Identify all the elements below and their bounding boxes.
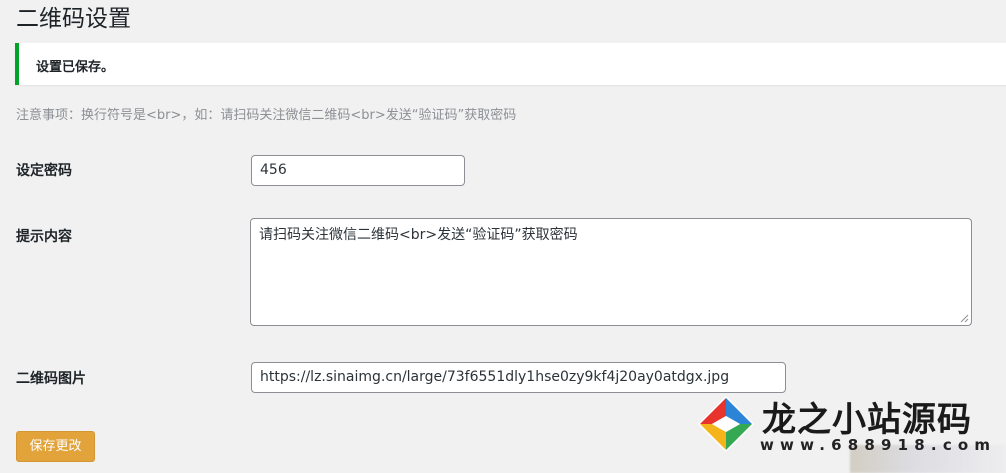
settings-saved-notice: 设置已保存。 — [15, 43, 1006, 85]
save-changes-button[interactable]: 保存更改 — [16, 431, 95, 462]
notice-text: 设置已保存。 — [36, 60, 115, 75]
hint-text: 请扫码关注微信二维码<br>发送“验证码”获取密码 — [259, 227, 578, 243]
usage-note: 注意事项：换行符号是<br>，如：请扫码关注微信二维码<br>发送“验证码”获取… — [16, 108, 517, 123]
watermark: 龙之小站源码 www.688918.com — [690, 390, 1006, 473]
password-label: 设定密码 — [16, 163, 72, 179]
hint-label: 提示内容 — [16, 229, 72, 245]
diamond-logo-icon — [698, 396, 754, 452]
qr-image-label: 二维码图片 — [16, 371, 86, 387]
hint-textarea[interactable]: 请扫码关注微信二维码<br>发送“验证码”获取密码 — [250, 218, 972, 326]
password-input[interactable]: 456 — [251, 155, 465, 186]
resize-grip-icon[interactable] — [959, 313, 969, 323]
watermark-title: 龙之小站源码 — [762, 400, 972, 440]
watermark-url: www.688918.com — [760, 436, 997, 454]
qr-image-url-input[interactable]: https://lz.sinaimg.cn/large/73f6551dly1h… — [251, 362, 786, 393]
page-title: 二维码设置 — [16, 6, 131, 32]
